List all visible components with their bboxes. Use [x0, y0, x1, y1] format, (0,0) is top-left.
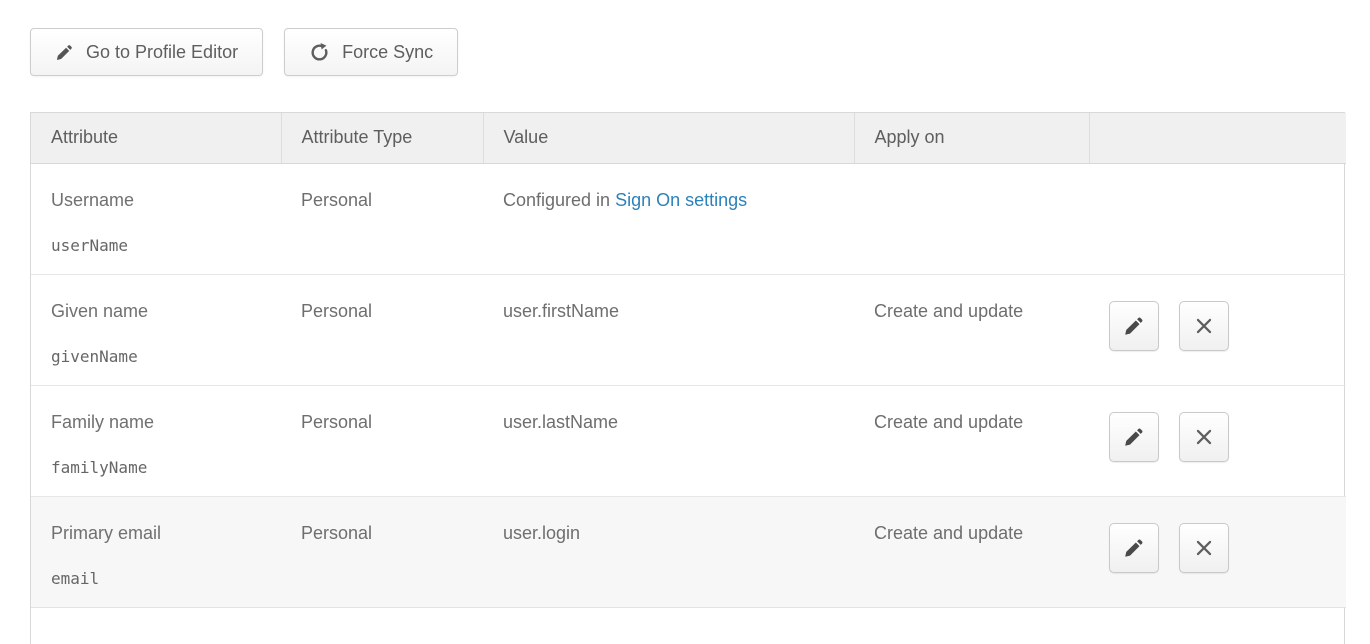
- actions-cell: [1089, 163, 1346, 274]
- apply-on-cell: [854, 163, 1089, 274]
- toolbar: Go to Profile Editor Force Sync: [30, 28, 458, 76]
- close-icon: [1193, 315, 1215, 337]
- value-cell: user.lastName: [483, 385, 854, 496]
- header-value: Value: [483, 113, 854, 163]
- table-header-row: Attribute Attribute Type Value Apply on: [31, 113, 1346, 163]
- value-cell: user.login: [483, 496, 854, 607]
- attribute-type-cell: Personal: [281, 385, 483, 496]
- apply-on-cell: Create and update: [854, 385, 1089, 496]
- delete-attribute-button[interactable]: [1179, 412, 1229, 462]
- actions-cell: [1089, 385, 1346, 496]
- delete-attribute-button[interactable]: [1179, 523, 1229, 573]
- pencil-icon: [1123, 537, 1145, 559]
- attribute-name: familyName: [51, 458, 271, 477]
- close-icon: [1193, 537, 1215, 559]
- attribute-label: Primary email: [51, 523, 271, 544]
- attribute-label: Username: [51, 190, 271, 211]
- attribute-label: Given name: [51, 301, 271, 322]
- header-actions: [1089, 113, 1346, 163]
- edit-attribute-button[interactable]: [1109, 523, 1159, 573]
- go-to-profile-editor-button[interactable]: Go to Profile Editor: [30, 28, 263, 76]
- pencil-icon: [1123, 426, 1145, 448]
- attribute-name: email: [51, 569, 271, 588]
- table-row: Username userName Personal Configured in…: [31, 163, 1346, 274]
- attribute-mapping-table: Attribute Attribute Type Value Apply on …: [30, 112, 1345, 644]
- table-row: Given name givenName Personal user.first…: [31, 274, 1346, 385]
- apply-on-cell: Create and update: [854, 496, 1089, 607]
- sign-on-settings-link[interactable]: Sign On settings: [615, 190, 747, 210]
- attribute-type-cell: Personal: [281, 496, 483, 607]
- refresh-icon: [309, 42, 330, 63]
- pencil-icon: [55, 43, 74, 62]
- header-attribute: Attribute: [31, 113, 281, 163]
- pencil-icon: [1123, 315, 1145, 337]
- actions-cell: [1089, 496, 1346, 607]
- attribute-name: userName: [51, 236, 271, 255]
- close-icon: [1193, 426, 1215, 448]
- actions-cell: [1089, 274, 1346, 385]
- go-to-profile-editor-label: Go to Profile Editor: [86, 42, 238, 63]
- table-row: Primary email email Personal user.login …: [31, 496, 1346, 607]
- header-apply-on: Apply on: [854, 113, 1089, 163]
- attribute-label: Family name: [51, 412, 271, 433]
- attribute-type-cell: Personal: [281, 163, 483, 274]
- attribute-type-cell: Personal: [281, 274, 483, 385]
- header-attribute-type: Attribute Type: [281, 113, 483, 163]
- edit-attribute-button[interactable]: [1109, 301, 1159, 351]
- edit-attribute-button[interactable]: [1109, 412, 1159, 462]
- delete-attribute-button[interactable]: [1179, 301, 1229, 351]
- attribute-name: givenName: [51, 347, 271, 366]
- table-row: Family name familyName Personal user.las…: [31, 385, 1346, 496]
- value-cell: user.firstName: [483, 274, 854, 385]
- force-sync-button[interactable]: Force Sync: [284, 28, 458, 76]
- force-sync-label: Force Sync: [342, 42, 433, 63]
- apply-on-cell: Create and update: [854, 274, 1089, 385]
- value-prefix: Configured in: [503, 190, 615, 210]
